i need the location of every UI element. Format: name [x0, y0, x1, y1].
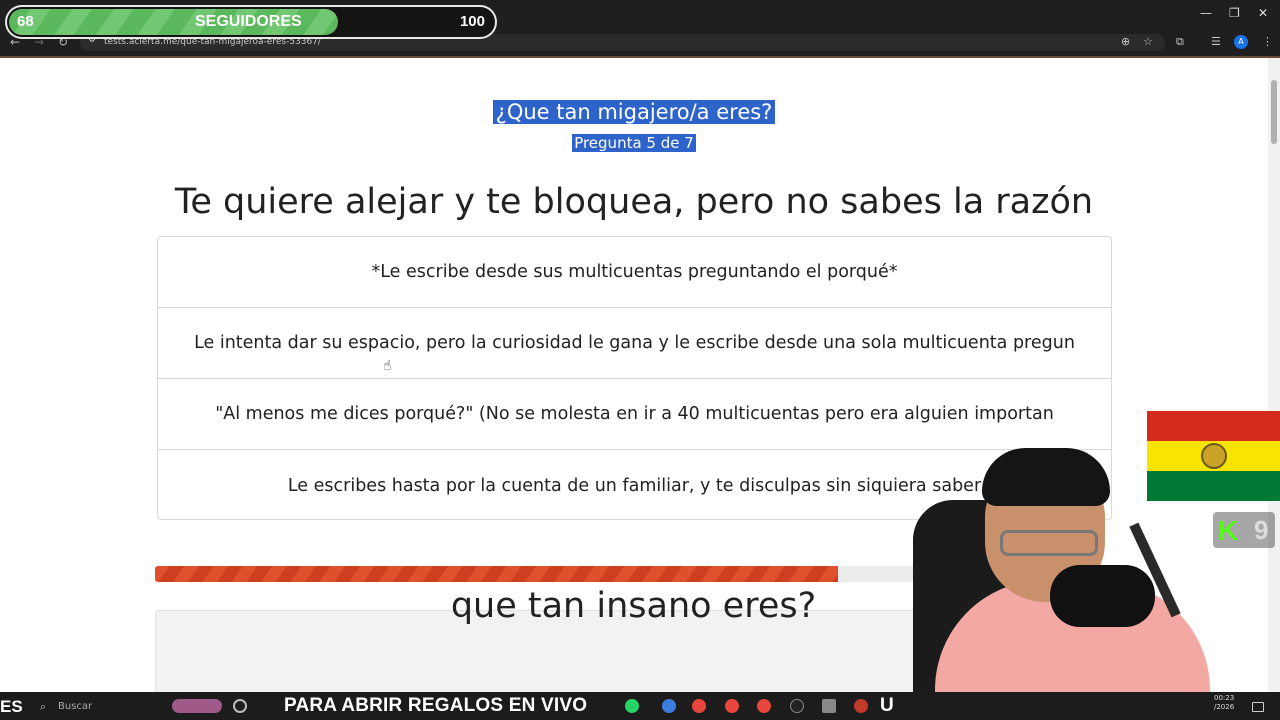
- task-view-icon[interactable]: [233, 699, 247, 713]
- stream-ticker-tail: U: [880, 695, 894, 716]
- notification-icon[interactable]: [1252, 702, 1264, 712]
- whatsapp-icon[interactable]: [625, 699, 639, 713]
- restore-icon[interactable]: ❐: [1229, 6, 1240, 20]
- menu-kebab-icon[interactable]: ⋮: [1262, 35, 1273, 48]
- minimize-icon[interactable]: —: [1200, 6, 1212, 20]
- chrome-icon[interactable]: [692, 699, 706, 713]
- chrome-profile-2-icon[interactable]: [757, 699, 771, 713]
- taskbar-widget-icon[interactable]: [172, 699, 222, 713]
- answer-option-3[interactable]: "Al menos me dices porqué?" (No se moles…: [158, 379, 1111, 450]
- file-explorer-icon[interactable]: [822, 699, 836, 713]
- media-controls-icon[interactable]: ☰: [1211, 35, 1221, 48]
- scrollbar-thumb[interactable]: [1271, 80, 1277, 144]
- taskbar-search[interactable]: Buscar: [58, 701, 92, 712]
- extensions-icon[interactable]: ⧉: [1176, 35, 1184, 49]
- obs-icon[interactable]: [854, 699, 868, 713]
- streamer-hair: [982, 448, 1110, 506]
- app-icon[interactable]: [662, 699, 676, 713]
- answer-option-2[interactable]: Le intenta dar su espacio, pero la curio…: [158, 308, 1111, 379]
- taskbar-left-text: ES: [0, 697, 23, 716]
- quiz-title: ¿Que tan migajero/a eres?: [0, 100, 1268, 124]
- follower-count: 68: [17, 13, 34, 30]
- kick-count: 9: [1254, 515, 1269, 545]
- follower-goal-label: SEGUIDORES: [195, 13, 302, 30]
- hand-cursor-icon: ☝: [383, 358, 392, 374]
- stream-ticker: PARA ABRIR REGALOS EN VIVO: [284, 695, 588, 716]
- follower-goal-bar: 68 SEGUIDORES 100: [5, 5, 497, 39]
- tiktok-icon[interactable]: [790, 699, 804, 713]
- chrome-profile-icon[interactable]: [725, 699, 739, 713]
- quiz-progress-label: Pregunta 5 de 7: [572, 134, 696, 152]
- microphone: [1050, 565, 1155, 627]
- follower-goal-target: 100: [459, 13, 485, 30]
- kick-logo-icon: K: [1218, 515, 1239, 546]
- zoom-icon[interactable]: ⊕: [1121, 35, 1130, 48]
- question-text: Te quiere alejar y te bloquea, pero no s…: [174, 182, 1094, 222]
- answer-option-1[interactable]: *Le escribe desde sus multicuentas pregu…: [158, 237, 1111, 308]
- bookmark-star-icon[interactable]: ☆: [1143, 35, 1153, 48]
- close-icon[interactable]: ✕: [1258, 6, 1268, 20]
- page-scrollbar[interactable]: [1268, 58, 1280, 692]
- quiz-progress-fill: [155, 566, 839, 582]
- taskbar-search-icon[interactable]: ⌕: [40, 700, 46, 714]
- profile-avatar[interactable]: A: [1234, 35, 1248, 49]
- taskbar-clock[interactable]: 00:23 /2026: [1214, 694, 1234, 712]
- streamer-glasses: [1000, 530, 1098, 556]
